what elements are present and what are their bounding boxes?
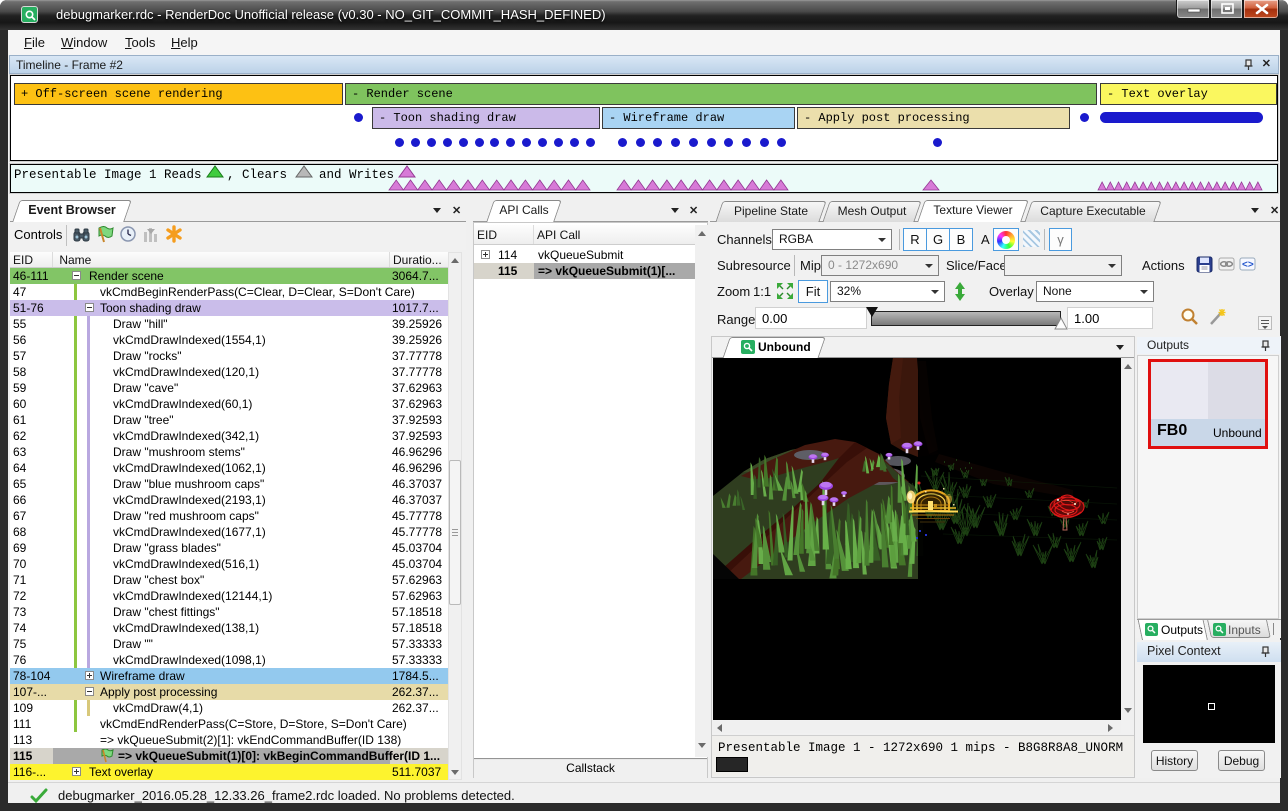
svg-text:Presentable Image 1 Reads: Presentable Image 1 Reads (14, 168, 202, 182)
svg-text:and Writes: and Writes (319, 168, 394, 182)
svg-text:<>: <> (1242, 260, 1254, 271)
svg-text:, Clears: , Clears (227, 168, 287, 182)
